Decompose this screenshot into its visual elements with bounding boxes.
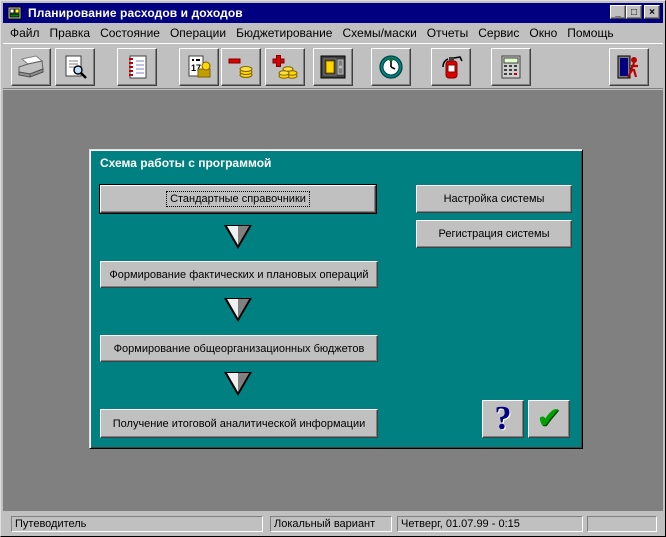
- ok-button[interactable]: ✔: [528, 400, 570, 438]
- status-bar: Путеводитель Локальный вариант Четверг, …: [3, 514, 663, 534]
- arrow-down-icon: [224, 225, 252, 249]
- fire-extinguisher-icon: [442, 56, 463, 79]
- title-bar[interactable]: Планирование расходов и доходов _ □ ×: [3, 3, 663, 23]
- menu-window[interactable]: Окно: [524, 26, 562, 40]
- app-icon[interactable]: [7, 5, 23, 21]
- workspace: Схема работы с программой Стандартные сп…: [3, 90, 663, 511]
- menu-reports[interactable]: Отчеты: [422, 26, 473, 40]
- system-registration-label: Регистрация системы: [438, 228, 550, 240]
- help-button[interactable]: ?: [482, 400, 524, 438]
- checkmark-icon: ✔: [536, 401, 562, 436]
- system-settings-button[interactable]: Настройка системы: [416, 185, 572, 213]
- clock-button[interactable]: [371, 48, 411, 86]
- arrow-down-icon: [224, 372, 252, 396]
- menu-schemes[interactable]: Схемы/маски: [337, 26, 421, 40]
- status-mode: Путеводитель: [11, 516, 263, 532]
- toolbar: 17: [3, 43, 663, 89]
- print-icon: [18, 55, 44, 78]
- exit-button[interactable]: [609, 48, 649, 86]
- register-icon: [129, 55, 147, 79]
- exit-icon: [617, 55, 638, 79]
- menu-operations[interactable]: Операции: [165, 26, 231, 40]
- menu-file[interactable]: Файл: [3, 26, 45, 40]
- clock-icon: [379, 55, 403, 79]
- register-button[interactable]: [117, 48, 157, 86]
- organization-budgets-button[interactable]: Формирование общеорганизационных бюджето…: [100, 335, 378, 362]
- analytical-info-label: Получение итоговой аналитической информа…: [112, 417, 366, 430]
- menu-state[interactable]: Состояние: [95, 26, 165, 40]
- app-window: Планирование расходов и доходов _ □ × Фа…: [0, 0, 666, 537]
- system-settings-label: Настройка системы: [443, 193, 545, 205]
- menu-edit[interactable]: Правка: [45, 26, 96, 40]
- actual-planned-operations-label: Формирование фактических и плановых опер…: [109, 268, 369, 281]
- window-title: Планирование расходов и доходов: [28, 6, 243, 20]
- menu-bar: Файл Правка Состояние Операции Бюджетировани…: [3, 24, 663, 42]
- organization-budgets-label: Формирование общеорганизационных бюджето…: [113, 342, 365, 355]
- menu-budgeting[interactable]: Бюджетирование: [231, 26, 337, 40]
- report-icon: 17: [188, 55, 211, 78]
- minimize-button[interactable]: _: [610, 5, 626, 19]
- fire-extinguisher-button[interactable]: [431, 48, 471, 86]
- standard-references-label: Стандартные справочники: [166, 191, 310, 207]
- program-scheme-panel: Схема работы с программой Стандартные сп…: [89, 149, 583, 449]
- status-datetime: Четверг, 01.07.99 - 0:15: [397, 516, 583, 532]
- expense-icon: [228, 58, 253, 78]
- close-icon: ×: [649, 6, 655, 18]
- safe-button[interactable]: [313, 48, 353, 86]
- print-button[interactable]: [11, 48, 51, 86]
- system-registration-button[interactable]: Регистрация системы: [416, 220, 572, 248]
- actual-planned-operations-button[interactable]: Формирование фактических и плановых опер…: [100, 261, 378, 288]
- arrow-down-icon: [224, 298, 252, 322]
- menu-help[interactable]: Помощь: [562, 26, 618, 40]
- analytical-info-button[interactable]: Получение итоговой аналитической информа…: [100, 409, 378, 438]
- scheme-title: Схема работы с программой: [100, 156, 272, 170]
- status-extra: [587, 516, 657, 532]
- maximize-button[interactable]: □: [626, 5, 642, 19]
- status-variant: Локальный вариант: [270, 516, 392, 532]
- standard-references-button[interactable]: Стандартные справочники: [99, 184, 377, 214]
- report-button[interactable]: 17: [179, 48, 219, 86]
- income-icon: [272, 55, 298, 79]
- income-button[interactable]: [265, 48, 305, 86]
- menu-service[interactable]: Сервис: [473, 26, 524, 40]
- minimize-icon: _: [615, 6, 621, 18]
- preview-button[interactable]: [55, 48, 95, 86]
- expense-button[interactable]: [221, 48, 261, 86]
- calculator-button[interactable]: [491, 48, 531, 86]
- calculator-icon: [501, 55, 521, 79]
- preview-icon: [65, 55, 87, 79]
- maximize-icon: □: [630, 6, 638, 18]
- close-button[interactable]: ×: [644, 5, 660, 19]
- question-icon: ?: [494, 400, 512, 437]
- safe-icon: [320, 55, 346, 79]
